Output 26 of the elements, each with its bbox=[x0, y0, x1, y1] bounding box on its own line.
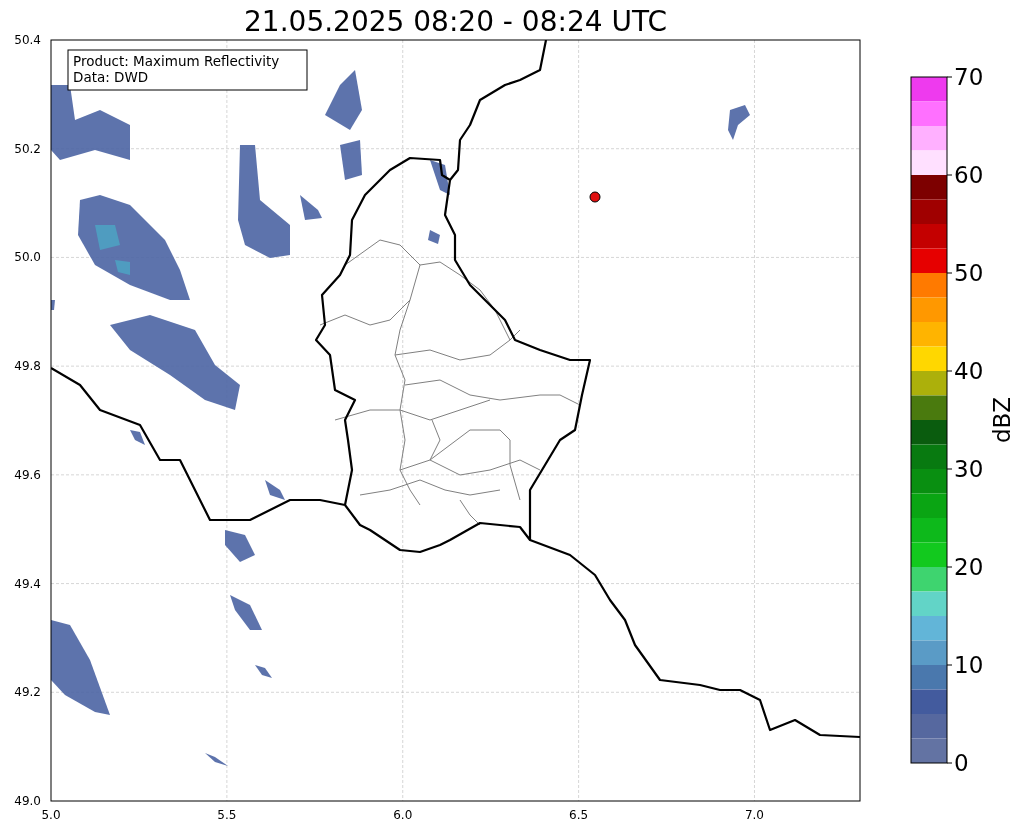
info-text: Product: Maximum Reflectivity bbox=[73, 53, 280, 69]
colorbar-tick-label: 10 bbox=[954, 652, 984, 678]
axis-tick-label: 50.0 bbox=[14, 250, 41, 265]
axis-tick-label: 5.5 bbox=[217, 808, 237, 822]
axis-tick-label: 49.0 bbox=[14, 794, 41, 808]
axis-tick-label: 5.0 bbox=[41, 808, 61, 822]
colorbar-tick-label: 60 bbox=[954, 162, 984, 188]
info-text: Data: DWD bbox=[73, 69, 149, 85]
axis-tick-label: 49.2 bbox=[14, 685, 41, 700]
colorbar-label: dBZ bbox=[989, 396, 1015, 444]
colorbar-tick-label: 30 bbox=[954, 456, 984, 482]
location-marker bbox=[589, 191, 601, 203]
axis-tick-label: 49.6 bbox=[14, 467, 41, 482]
axis-tick-label: 6.0 bbox=[393, 808, 413, 822]
axis-tick-label: 50.4 bbox=[14, 33, 41, 47]
colorbar-tick-label: 70 bbox=[954, 64, 984, 90]
colorbar-tick-label: 0 bbox=[954, 750, 969, 776]
axis-tick-label: 49.4 bbox=[14, 576, 41, 591]
figure-title: 21.05.2025 08:20 - 08:24 UTC bbox=[244, 5, 667, 38]
colorbar-tick-label: 40 bbox=[954, 358, 984, 384]
axis-tick-label: 6.5 bbox=[569, 808, 589, 822]
axis-tick-label: 49.8 bbox=[14, 359, 41, 374]
colorbar-tick-label: 20 bbox=[954, 554, 984, 580]
colorbar-tick-label: 50 bbox=[954, 260, 984, 286]
axis-tick-label: 50.2 bbox=[14, 141, 41, 156]
axis-tick-label: 7.0 bbox=[744, 808, 765, 822]
